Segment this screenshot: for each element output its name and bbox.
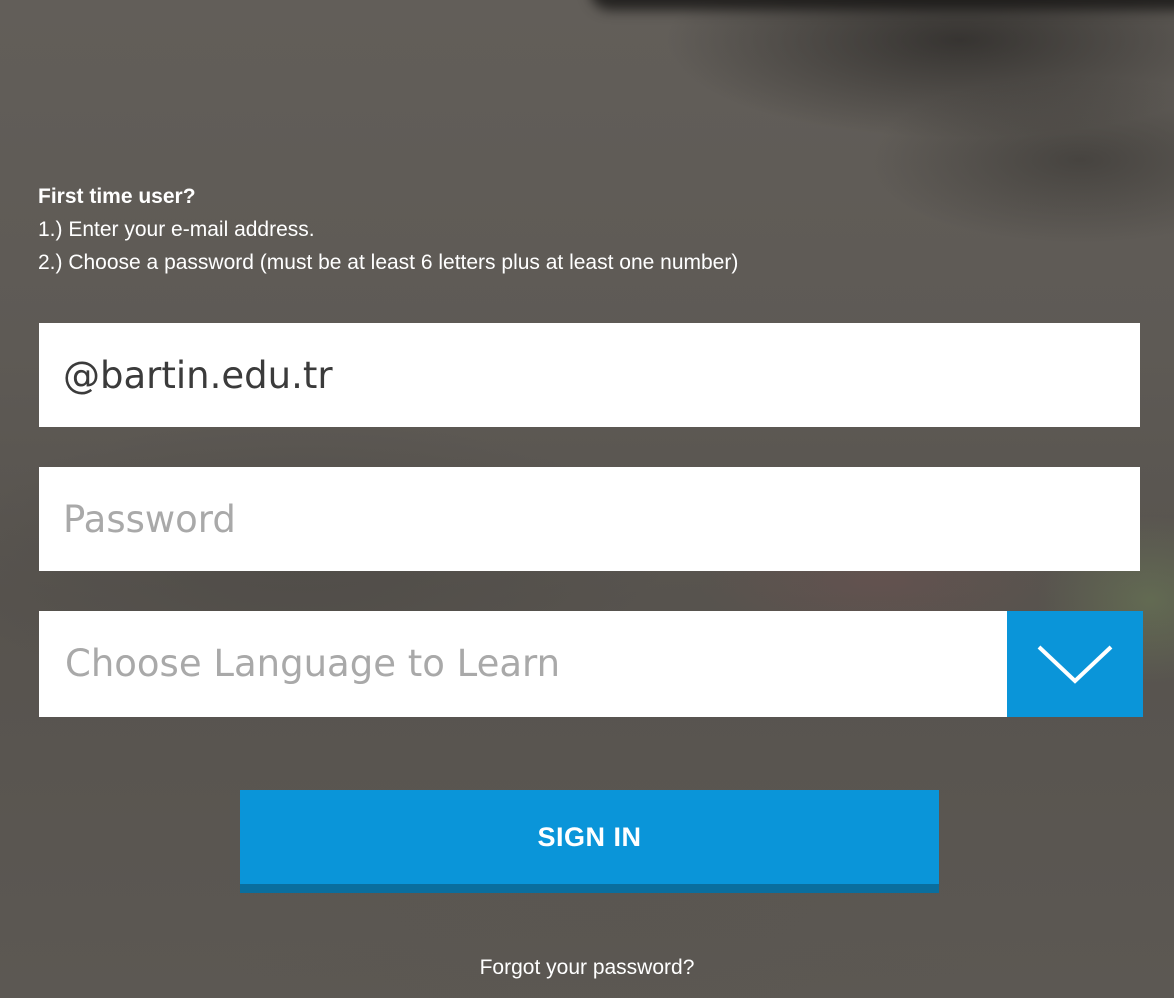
language-select-placeholder: Choose Language to Learn (65, 642, 561, 685)
first-time-instructions: First time user? 1.) Enter your e-mail a… (38, 180, 738, 279)
email-field[interactable] (39, 323, 1140, 427)
instructions-step-2: 2.) Choose a password (must be at least … (38, 251, 739, 274)
password-field[interactable] (39, 467, 1140, 571)
forgot-password-link[interactable]: Forgot your password? (0, 954, 1174, 982)
instructions-heading: First time user? (38, 185, 196, 208)
sign-in-button[interactable]: SIGN IN (240, 790, 939, 893)
chevron-down-icon (1037, 645, 1113, 684)
language-select[interactable]: Choose Language to Learn (39, 611, 1143, 717)
instructions-step-1: 1.) Enter your e-mail address. (38, 218, 315, 241)
background-shadow (590, 0, 1174, 10)
language-dropdown-button[interactable] (1007, 611, 1143, 717)
